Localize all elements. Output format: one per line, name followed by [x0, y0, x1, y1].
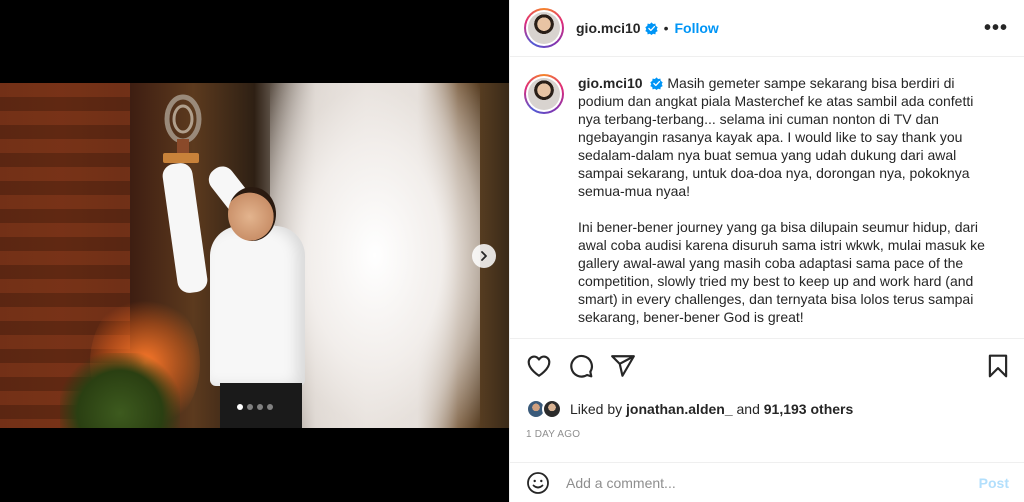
post-media	[0, 0, 509, 502]
more-options-icon[interactable]: •••	[984, 18, 1008, 38]
caption-section: gio.mci10 Masih gemeter sampe sekarang b…	[510, 58, 1024, 338]
share-icon[interactable]	[610, 353, 636, 379]
emoji-icon[interactable]	[526, 471, 550, 495]
photo-chef-jacket	[210, 226, 305, 386]
avatar-image	[528, 78, 560, 110]
post-details-panel: gio.mci10 • Follow ••• gio.mci10 Masih g…	[509, 0, 1024, 502]
post-header: gio.mci10 • Follow •••	[510, 0, 1024, 57]
carousel-next-button[interactable]	[472, 244, 496, 268]
action-icon-row	[526, 353, 1011, 379]
comment-input[interactable]	[566, 474, 979, 491]
liker-avatar	[542, 399, 562, 419]
avatar[interactable]	[524, 8, 564, 48]
comment-icon[interactable]	[568, 353, 594, 379]
follow-button[interactable]: Follow	[675, 20, 719, 36]
post-photo	[0, 83, 509, 428]
verified-icon	[650, 77, 664, 90]
photo-plant	[60, 353, 180, 428]
verified-icon	[644, 21, 658, 35]
comment-bar: Post	[510, 462, 1024, 502]
post-comment-button[interactable]: Post	[979, 475, 1009, 491]
avatar-image	[528, 12, 560, 44]
caption-paragraph-1: Masih gemeter sampe sekarang bisa berdir…	[578, 75, 974, 199]
likes-count-link[interactable]: 91,193 others	[764, 401, 854, 417]
photo-arm-left	[161, 161, 209, 295]
carousel-indicator	[0, 404, 509, 410]
bookmark-icon[interactable]	[985, 353, 1011, 379]
carousel-dot	[266, 404, 273, 410]
heart-icon[interactable]	[526, 353, 552, 379]
liker-avatars	[526, 399, 564, 419]
separator-dot: •	[663, 20, 669, 36]
caption-username[interactable]: gio.mci10	[578, 75, 643, 91]
likes-and: and	[736, 401, 760, 417]
likes-prefix: Liked by	[570, 401, 623, 417]
carousel-dot	[256, 404, 263, 410]
trophy-icon	[163, 94, 202, 163]
carousel-dot	[236, 404, 243, 410]
likes-summary: Liked by jonathan.alden_ and 91,193 othe…	[526, 399, 1011, 419]
photo-chef-head	[228, 187, 276, 241]
caption-paragraph-2: Ini bener-bener journey yang ga bisa dil…	[578, 219, 985, 325]
username-link[interactable]: gio.mci10	[576, 20, 641, 36]
carousel-dot	[246, 404, 253, 410]
caption-text: gio.mci10 Masih gemeter sampe sekarang b…	[578, 74, 998, 338]
liker-username-link[interactable]: jonathan.alden_	[626, 401, 733, 417]
caption-avatar[interactable]	[524, 74, 564, 114]
chevron-right-icon	[481, 251, 487, 261]
post-timestamp[interactable]: 1 DAY AGO	[526, 429, 1011, 440]
